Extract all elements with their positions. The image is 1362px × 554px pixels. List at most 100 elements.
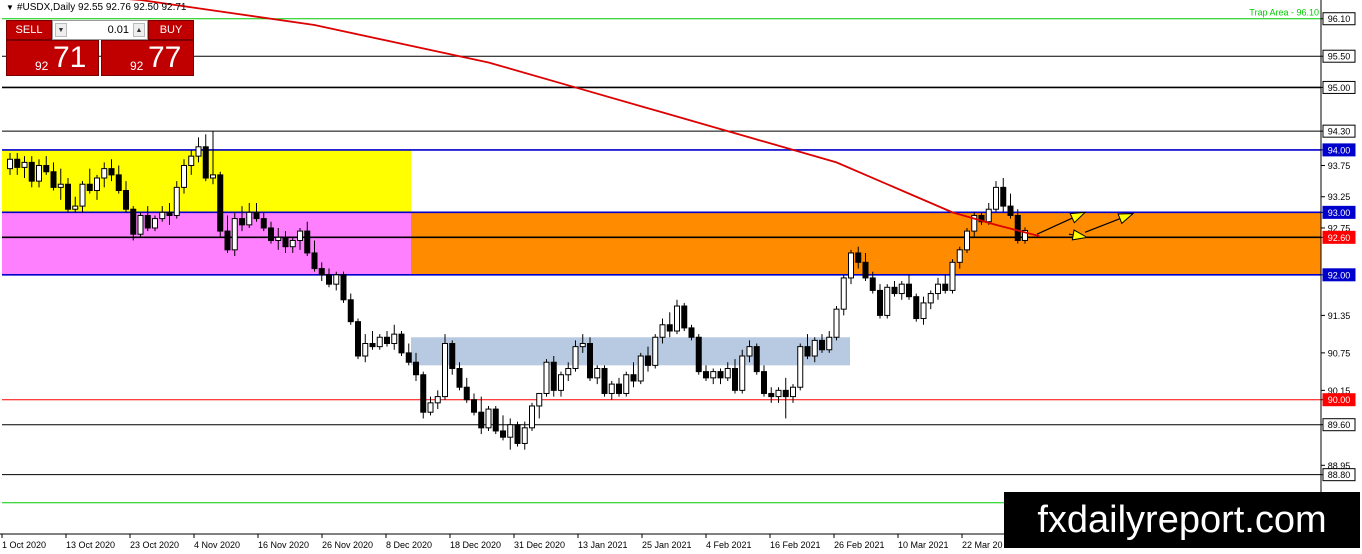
sell-price-prefix: 92	[35, 59, 49, 73]
candle-body	[72, 205, 79, 210]
x-tick-label: 26 Nov 2020	[322, 540, 373, 550]
candle-body	[282, 236, 289, 248]
candle-body	[558, 374, 564, 391]
candle-body	[449, 343, 456, 369]
one-click-trading-panel: SELL ▼ 0.01 ▲ BUY 92 71 92 77	[6, 20, 194, 76]
candle-body	[253, 211, 260, 220]
price-chart: Trap Area - 96.10Low - 88.35 96.1095.509…	[0, 0, 1356, 550]
y-tick-label: 93.75	[1328, 161, 1351, 171]
buy-price-box[interactable]: 92 77	[101, 40, 194, 76]
candle-body	[869, 277, 876, 291]
candle-body	[456, 367, 463, 388]
candle-body	[964, 230, 970, 251]
candle-body	[833, 308, 840, 338]
candle-body	[529, 405, 535, 429]
price-tag-label: 93.00	[1328, 208, 1351, 218]
y-tick-label: 90.75	[1328, 348, 1351, 358]
x-tick-label: 23 Oct 2020	[130, 540, 179, 550]
x-tick-label: 16 Nov 2020	[258, 540, 309, 550]
candle-body	[21, 161, 28, 168]
candle-body	[173, 186, 180, 216]
candle-body	[391, 333, 398, 345]
x-tick-label: 18 Dec 2020	[450, 540, 501, 550]
candle-body	[797, 346, 804, 388]
candle-body	[43, 165, 50, 173]
candle-body	[188, 155, 195, 167]
price-tag-label: 94.30	[1328, 127, 1351, 137]
y-tick-label: 93.25	[1328, 192, 1351, 202]
sell-price-box[interactable]: 92 71	[6, 40, 99, 76]
candle-body	[993, 186, 999, 210]
candle-body	[123, 189, 129, 210]
candle-body	[942, 283, 949, 291]
candle-body	[413, 361, 419, 376]
x-tick-label: 8 Dec 2020	[386, 540, 432, 550]
candle-body	[79, 183, 86, 207]
candle-body	[333, 274, 340, 285]
symbol-line: #USDX,Daily 92.55 92.76 92.50 92.71	[16, 2, 187, 13]
candle-body	[137, 214, 144, 235]
candle-body	[898, 283, 905, 295]
candle-body	[166, 211, 173, 216]
candle-body	[246, 211, 253, 226]
candle-body	[340, 274, 347, 301]
candle-body	[144, 214, 151, 229]
candle-body	[608, 383, 615, 394]
x-tick-label: 4 Feb 2021	[706, 540, 752, 550]
candle-body	[666, 324, 673, 332]
candle-body	[268, 227, 274, 241]
candle-body	[985, 208, 992, 223]
price-tag-label: 94.00	[1328, 145, 1351, 155]
candle-body	[94, 177, 100, 191]
candle-body	[115, 174, 122, 191]
candle-body	[739, 355, 746, 391]
x-tick-label: 13 Jan 2021	[578, 540, 628, 550]
x-tick-label: 10 Mar 2021	[898, 540, 949, 550]
candle-body	[318, 268, 325, 276]
candle-body	[891, 286, 898, 295]
candle-body	[587, 343, 593, 379]
price-tag-label: 92.00	[1328, 270, 1351, 280]
collapse-triangle-icon[interactable]: ▼	[6, 3, 14, 12]
candle-body	[202, 146, 209, 179]
candle-body	[840, 277, 847, 310]
candle-body	[1000, 186, 1007, 207]
price-axis: 96.10 95.50 95.00 94.30 94.00 93.75 93.25 93.00…	[1321, 12, 1356, 508]
x-tick-label: 22 Mar 20	[962, 540, 1003, 550]
candle-body	[913, 296, 920, 320]
candle-body	[500, 430, 506, 438]
price-tag-label: 95.00	[1328, 83, 1351, 93]
level-label: Trap Area - 96.10	[1249, 8, 1319, 18]
lot-size-value[interactable]: 0.01	[108, 24, 129, 36]
candle-body	[884, 286, 891, 316]
candle-body	[514, 424, 521, 444]
candle-body	[674, 305, 680, 332]
candle-body	[36, 165, 42, 182]
sell-button[interactable]: SELL	[6, 20, 52, 40]
candle-body	[565, 367, 572, 376]
candle-body	[297, 230, 303, 241]
lot-increase-icon[interactable]: ▲	[133, 23, 145, 37]
candle-body	[695, 336, 702, 373]
candle-body	[521, 427, 528, 444]
candle-body	[478, 411, 485, 429]
candle-body	[362, 343, 369, 357]
candle-body	[811, 339, 818, 357]
candle-body	[819, 339, 825, 351]
time-axis: 1 Oct 2020 13 Oct 2020 23 Oct 2020 4 Nov 20…	[1, 534, 1003, 550]
lot-size-field[interactable]: ▼ 0.01 ▲	[52, 20, 148, 40]
candle-body	[637, 355, 644, 382]
price-tag-label: 92.60	[1328, 233, 1351, 243]
candle-body	[782, 389, 789, 398]
candle-body	[659, 324, 666, 338]
candle-body	[877, 289, 883, 316]
candle-body	[804, 346, 811, 357]
price-tag-label: 96.10	[1328, 14, 1351, 24]
candle-body	[434, 396, 441, 404]
buy-button[interactable]: BUY	[148, 20, 194, 40]
buy-price-prefix: 92	[130, 59, 144, 73]
candle-body	[217, 174, 224, 232]
candle-body	[471, 399, 477, 413]
lot-decrease-icon[interactable]: ▼	[55, 23, 67, 37]
candle-body	[790, 386, 796, 398]
